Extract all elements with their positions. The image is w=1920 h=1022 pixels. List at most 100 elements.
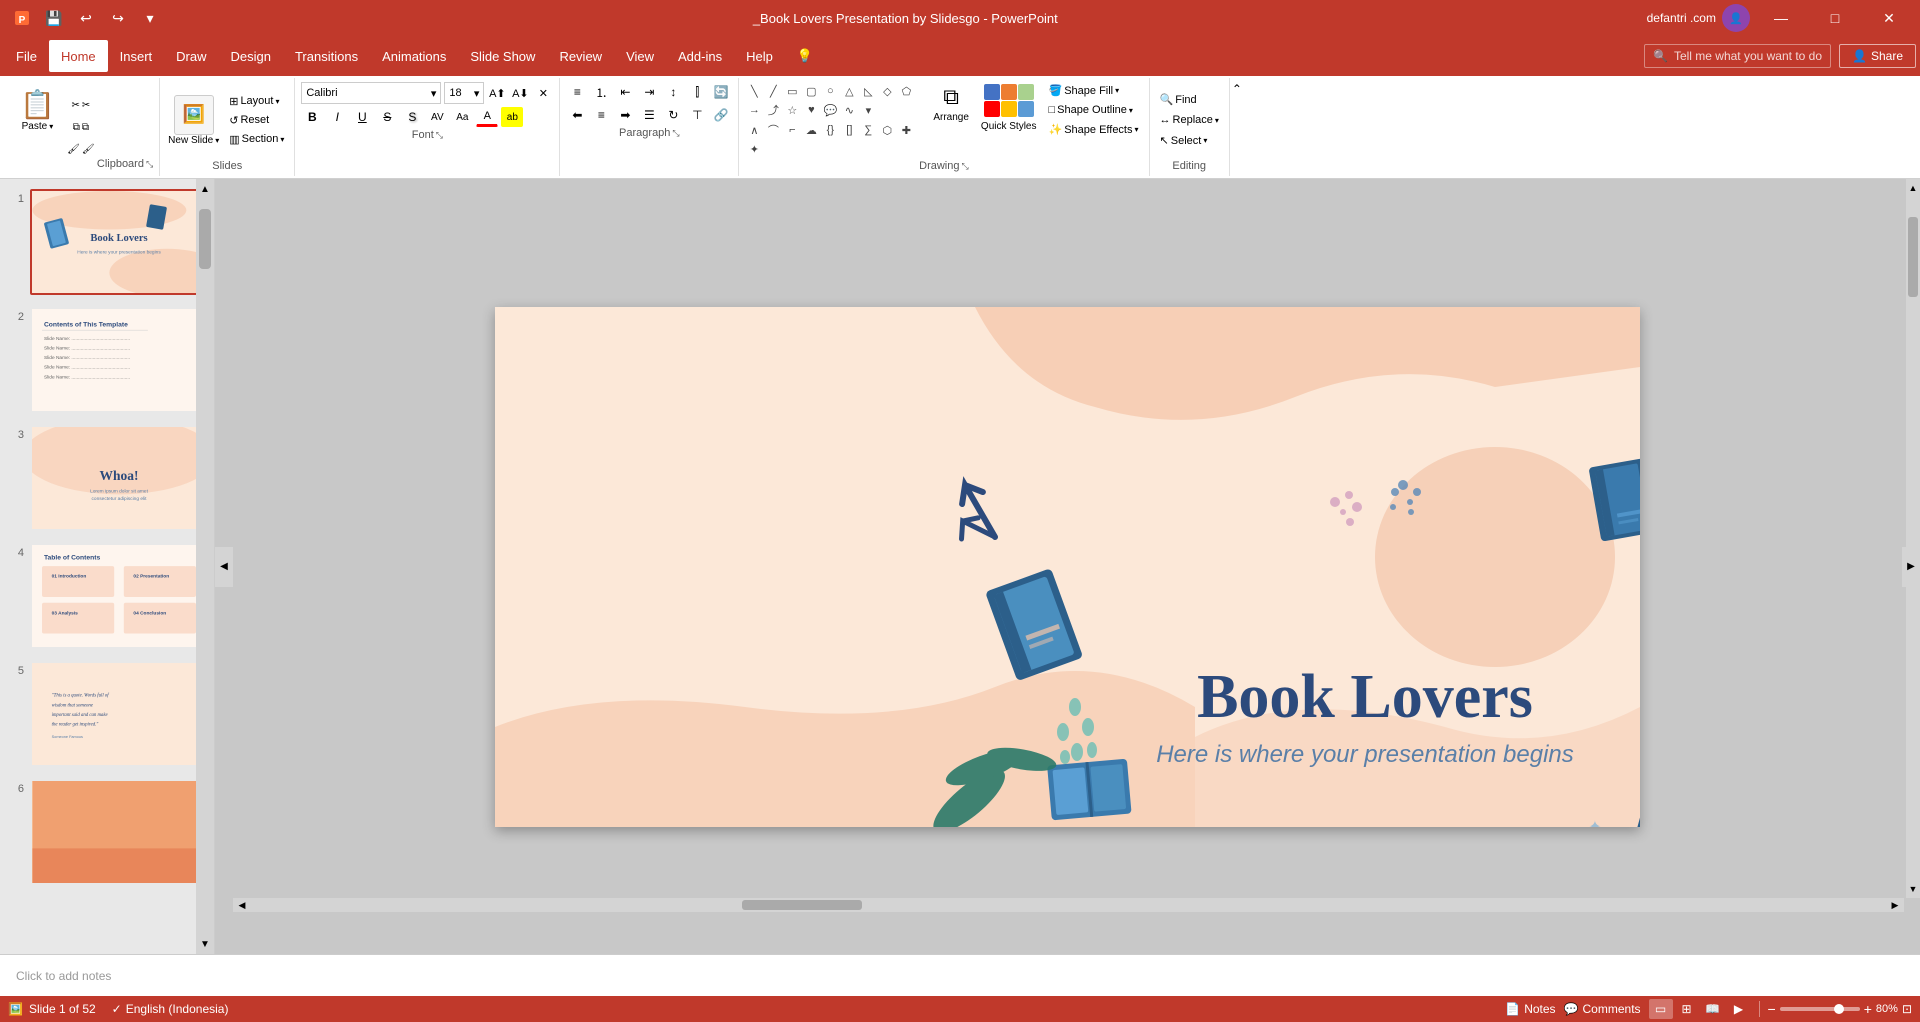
hscroll-right[interactable]: ▶: [1886, 898, 1904, 912]
shape-circle[interactable]: ○: [821, 82, 839, 100]
shape-bracket[interactable]: {}: [821, 121, 839, 139]
menu-animations[interactable]: Animations: [370, 40, 458, 72]
menu-home[interactable]: Home: [49, 40, 108, 72]
cols-button[interactable]: ⫿: [686, 82, 708, 102]
align-left-button[interactable]: ⬅: [566, 105, 588, 125]
shape-fill-button[interactable]: 🪣 Shape Fill ▾: [1045, 82, 1143, 99]
replace-button[interactable]: ↔ Replace ▾: [1156, 112, 1223, 128]
menu-design[interactable]: Design: [219, 40, 283, 72]
font-group-label[interactable]: Font ⤡: [412, 129, 443, 141]
shape-connector[interactable]: ⌐: [783, 121, 801, 139]
menu-view[interactable]: View: [614, 40, 666, 72]
shape-freeform[interactable]: ∧: [745, 121, 763, 139]
shape-arc[interactable]: ⌒: [764, 121, 782, 139]
shape-hexagon[interactable]: ⬡: [878, 121, 896, 139]
slide-thumb-6[interactable]: [30, 779, 208, 885]
drawing-group-label[interactable]: Drawing ⤡: [919, 160, 969, 172]
paragraph-group-label[interactable]: Paragraph ⤡: [619, 127, 680, 139]
search-box[interactable]: 🔍 Tell me what you want to do: [1644, 44, 1831, 68]
clipboard-expand-icon[interactable]: ⤡: [146, 159, 153, 170]
new-slide-button[interactable]: 🖼️ New Slide ▾: [166, 93, 221, 148]
shape-wave[interactable]: ∿: [840, 101, 858, 119]
shape-star[interactable]: ☆: [783, 101, 801, 119]
cut-button[interactable]: ✂ ✂: [65, 95, 97, 115]
scroll-thumb[interactable]: [199, 209, 211, 269]
save-button[interactable]: 💾: [40, 4, 68, 32]
shape-line[interactable]: ╲: [745, 82, 763, 100]
numbering-button[interactable]: ⒈: [590, 82, 612, 102]
user-area[interactable]: defantri .com 👤: [1647, 4, 1750, 32]
char-spacing-button[interactable]: AV: [426, 107, 448, 127]
menu-draw[interactable]: Draw: [164, 40, 218, 72]
select-button[interactable]: ↖ Select ▾: [1156, 132, 1223, 149]
select-dropdown[interactable]: ▾: [1203, 136, 1207, 145]
notes-toggle[interactable]: 📄 Notes: [1505, 1002, 1555, 1016]
shape-line2[interactable]: ╱: [764, 82, 782, 100]
increase-indent-button[interactable]: ⇥: [638, 82, 660, 102]
shape-sun[interactable]: ✦: [745, 140, 763, 158]
shape-diamond[interactable]: ◇: [878, 82, 896, 100]
menu-slideshow[interactable]: Slide Show: [458, 40, 547, 72]
line-spacing-button[interactable]: ↕: [662, 82, 684, 102]
menu-transitions[interactable]: Transitions: [283, 40, 370, 72]
arrange-button[interactable]: ⧉ Arrange: [929, 82, 973, 125]
copy-button[interactable]: ⧉ ⧉: [65, 117, 97, 137]
zoom-slider[interactable]: [1780, 1007, 1860, 1011]
slide-thumb-4[interactable]: Table of Contents 01 Introduction 02 Pre…: [30, 543, 208, 649]
menu-addins[interactable]: Add-ins: [666, 40, 734, 72]
reading-view-button[interactable]: 📖: [1701, 999, 1725, 1019]
shape-cloud[interactable]: ☁: [802, 121, 820, 139]
align-center-button[interactable]: ≡: [590, 105, 612, 125]
shape-right-triangle[interactable]: ◺: [859, 82, 877, 100]
slide-thumb-2[interactable]: Contents of This Template Slide Name: ..…: [30, 307, 208, 413]
minimize-button[interactable]: —: [1758, 0, 1804, 36]
italic-button[interactable]: I: [326, 107, 348, 127]
shape-heart[interactable]: ♥: [802, 101, 820, 119]
slide-thumb-3[interactable]: Whoa! Lorem ipsum dolor sit amet consect…: [30, 425, 208, 531]
slide-thumb-1[interactable]: Book Lovers Here is where your presentat…: [30, 189, 208, 295]
format-painter-button[interactable]: 🖌 🖌: [65, 139, 97, 159]
clear-formatting-button[interactable]: ✕: [533, 83, 553, 103]
close-button[interactable]: ✕: [1866, 0, 1912, 36]
shapes-more[interactable]: ▾: [859, 101, 877, 119]
section-button[interactable]: ▥ Section ▾: [225, 131, 288, 148]
layout-button[interactable]: ⊞ Layout ▾: [225, 93, 288, 110]
shape-fill-dropdown[interactable]: ▾: [1115, 86, 1119, 95]
zoom-in-button[interactable]: +: [1864, 1001, 1872, 1017]
decrease-indent-button[interactable]: ⇤: [614, 82, 636, 102]
shape-equation[interactable]: ∑: [859, 121, 877, 139]
menu-review[interactable]: Review: [547, 40, 614, 72]
font-color-button[interactable]: A: [476, 107, 498, 127]
vscroll-thumb[interactable]: [1908, 217, 1918, 297]
change-case-button[interactable]: Aa: [451, 107, 473, 127]
slide-sorter-button[interactable]: ⊞: [1675, 999, 1699, 1019]
font-name-selector[interactable]: Calibri ▾: [301, 82, 441, 104]
list-item[interactable]: 3 Whoa! Lorem ipsum dolor sit amet conse…: [4, 423, 210, 533]
shape-cross[interactable]: ✚: [897, 121, 915, 139]
clipboard-group-label[interactable]: Clipboard ⤡: [97, 158, 153, 170]
menu-help[interactable]: Help: [734, 40, 785, 72]
share-button[interactable]: 👤 Share: [1839, 44, 1916, 68]
drawing-expand-icon[interactable]: ⤡: [962, 161, 969, 172]
slideshow-button[interactable]: ▶: [1727, 999, 1751, 1019]
shape-effects-dropdown[interactable]: ▾: [1135, 125, 1139, 134]
redo-button[interactable]: ↪: [104, 4, 132, 32]
paste-button[interactable]: 📋 Paste ▾: [14, 84, 61, 136]
shape-curved-arrow[interactable]: ⤴: [764, 101, 782, 119]
font-size-selector[interactable]: 18 ▾: [444, 82, 484, 104]
font-name-dropdown[interactable]: ▾: [431, 87, 437, 100]
shape-pentagon[interactable]: ⬠: [897, 82, 915, 100]
canvas-scroll-right[interactable]: ▶: [1902, 547, 1920, 587]
paste-dropdown-icon[interactable]: ▾: [49, 122, 53, 131]
hscroll-left[interactable]: ◀: [233, 898, 251, 912]
list-item[interactable]: 1 Book Lovers Here is where your present…: [4, 187, 210, 297]
menu-file[interactable]: File: [4, 40, 49, 72]
customize-quick-access[interactable]: ▾: [136, 4, 164, 32]
shadow-button[interactable]: S: [401, 107, 423, 127]
paragraph-expand-icon[interactable]: ⤡: [672, 128, 679, 139]
language-indicator[interactable]: ✓ English (Indonesia): [112, 1002, 229, 1016]
comments-toggle[interactable]: 💬 Comments: [1564, 1002, 1641, 1016]
section-dropdown[interactable]: ▾: [280, 135, 284, 144]
vscroll-up[interactable]: ▲: [1906, 179, 1920, 197]
shape-triangle[interactable]: △: [840, 82, 858, 100]
